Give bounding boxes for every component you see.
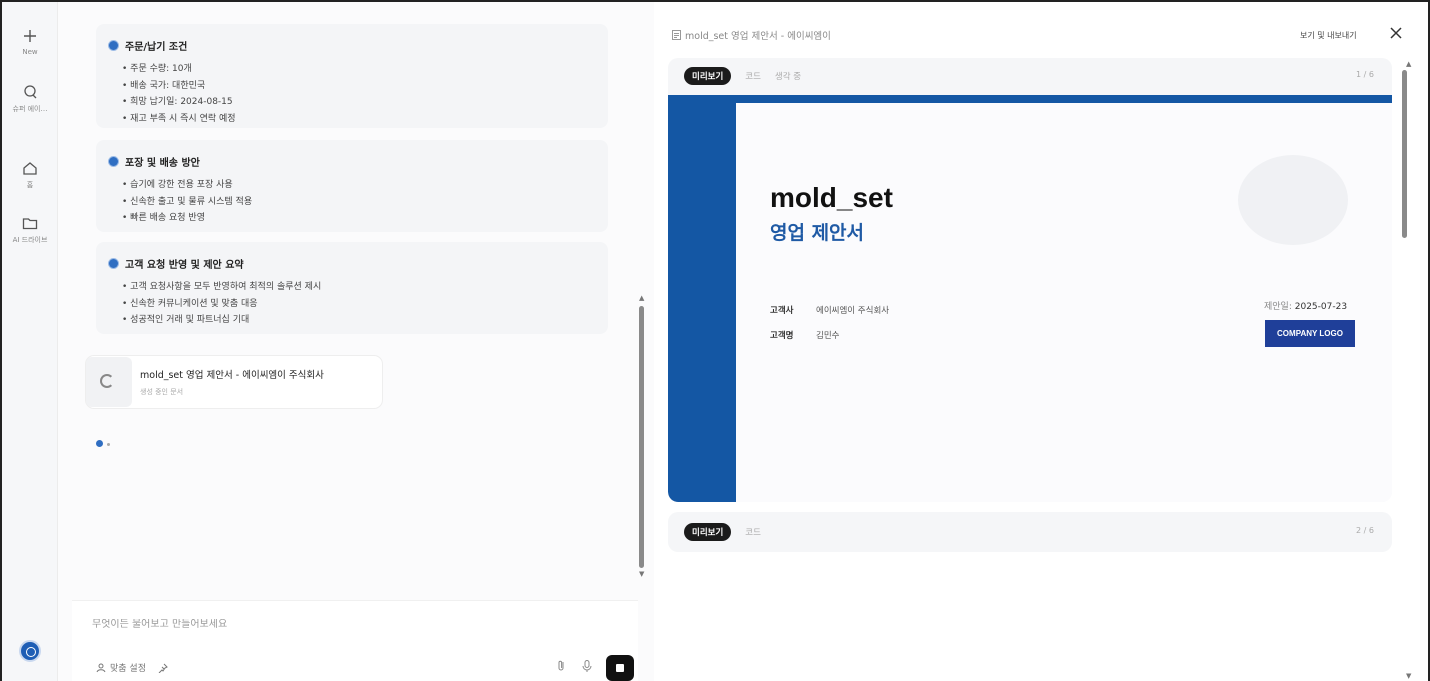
bullet-dot-icon — [108, 40, 119, 51]
home-button[interactable]: 홈 — [2, 160, 58, 190]
preview-scroll-up-icon[interactable]: ▲ — [1406, 60, 1411, 68]
document-icon — [672, 30, 681, 40]
decorative-blob — [1238, 155, 1348, 245]
personalize-button[interactable]: 맞춤 설정 — [96, 661, 168, 674]
scroll-up-arrow-icon[interactable]: ▲ — [639, 294, 644, 302]
left-rail: New 슈퍼 에이… 홈 AI 드라이브 — [2, 2, 58, 681]
slide-panel-2: 미리보기 코드 2 / 6 — [668, 512, 1392, 552]
personalize-label: 맞춤 설정 — [110, 664, 146, 674]
close-icon[interactable] — [1387, 24, 1405, 42]
tab-code[interactable]: 코드 — [745, 526, 761, 538]
list-item: 재고 부족 시 즉시 연락 예정 — [122, 111, 596, 128]
slide-accent-bar — [668, 95, 736, 502]
home-icon — [23, 162, 37, 175]
contact-label: 고객명 — [770, 331, 794, 341]
contact-value: 김민수 — [816, 331, 840, 341]
date-value: 2025-07-23 — [1294, 302, 1348, 312]
section-title: 고객 요청 반영 및 제안 요약 — [125, 260, 244, 271]
tab-code[interactable]: 코드 — [745, 70, 761, 82]
slide-tabs: 미리보기 코드 — [684, 523, 761, 541]
pin-icon — [158, 663, 168, 673]
microphone-icon[interactable] — [580, 659, 594, 673]
client-value: 에이씨엠이 주식회사 — [816, 306, 890, 316]
doc-thumbnail — [86, 357, 132, 407]
generated-doc-card[interactable]: mold_set 영업 제안서 - 에이씨엠이 주식회사 생성 중인 문서 — [86, 356, 382, 408]
chat-scrollbar[interactable] — [639, 306, 644, 568]
slide-panel-1: 미리보기 코드 생각 중 1 / 6 mold_set 영업 제안서 고객사 에… — [668, 58, 1392, 502]
new-label: New — [22, 48, 38, 56]
slide-page-indicator: 1 / 6 — [1356, 70, 1374, 79]
slide-subtitle: 영업 제안서 — [770, 222, 865, 244]
loading-spinner-icon — [100, 374, 114, 388]
preview-title: mold_set 영업 제안서 - 에이씨엠이 — [685, 31, 831, 42]
section-title-row: 주문/납기 조건 — [108, 38, 596, 53]
export-button[interactable]: 보기 및 내보내기 — [1300, 30, 1357, 41]
stop-button[interactable] — [606, 655, 634, 681]
bullet-dot-icon — [108, 156, 119, 167]
typing-indicator-icon — [96, 440, 103, 447]
prompt-input[interactable] — [92, 619, 612, 630]
preview-scrollbar[interactable] — [1402, 70, 1407, 238]
doc-status: 생성 중인 문서 — [140, 388, 184, 396]
doc-title: mold_set 영업 제안서 - 에이씨엠이 주식회사 — [140, 370, 324, 381]
preview-panel: mold_set 영업 제안서 - 에이씨엠이 보기 및 내보내기 미리보기 코… — [654, 2, 1428, 681]
slide-top-stripe — [668, 95, 1392, 103]
composer: 맞춤 설정 — [72, 600, 638, 681]
folder-icon — [22, 218, 38, 230]
list-item: 주문 수량: 10개 — [122, 61, 596, 78]
section-title-row: 포장 및 배송 방안 — [108, 154, 596, 169]
company-logo-placeholder: COMPANY LOGO — [1265, 320, 1355, 347]
doc-info: mold_set 영업 제안서 - 에이씨엠이 주식회사 생성 중인 문서 — [140, 367, 324, 397]
typing-indicator-dot — [107, 443, 110, 446]
scroll-down-arrow-icon[interactable]: ▼ — [639, 570, 644, 578]
section-list: 습기에 강한 전용 포장 사용 신속한 출고 및 물류 시스템 적용 빠른 배송… — [108, 177, 596, 227]
proposal-date: 제안일: 2025-07-23 — [1264, 299, 1347, 312]
list-item: 배송 국가: 대한민국 — [122, 78, 596, 95]
section-title: 포장 및 배송 방안 — [125, 158, 200, 169]
preview-scroll-down-icon[interactable]: ▼ — [1406, 672, 1411, 680]
date-label: 제안일: — [1264, 302, 1292, 312]
app-window: New 슈퍼 에이… 홈 AI 드라이브 주문/납기 조건 주문 수량: 10개 — [0, 0, 1430, 681]
drive-label: AI 드라이브 — [12, 236, 48, 244]
chat-bubble-icon — [24, 85, 37, 99]
list-item: 신속한 커뮤니케이션 및 맞춤 대응 — [122, 296, 596, 313]
list-item: 습기에 강한 전용 포장 사용 — [122, 177, 596, 194]
tab-preview[interactable]: 미리보기 — [684, 67, 732, 85]
chat-panel: 주문/납기 조건 주문 수량: 10개 배송 국가: 대한민국 희망 납기일: … — [58, 2, 654, 681]
new-chat-button[interactable]: New — [2, 28, 58, 56]
section-title-row: 고객 요청 반영 및 제안 요약 — [108, 256, 596, 271]
bullet-dot-icon — [108, 258, 119, 269]
list-item: 희망 납기일: 2024-08-15 — [122, 94, 596, 111]
history-button[interactable]: 슈퍼 에이… — [2, 84, 58, 114]
history-label: 슈퍼 에이… — [12, 105, 48, 113]
plus-icon — [24, 30, 36, 42]
preview-header: mold_set 영업 제안서 - 에이씨엠이 — [672, 28, 831, 42]
section-list: 주문 수량: 10개 배송 국가: 대한민국 희망 납기일: 2024-08-1… — [108, 61, 596, 127]
drive-button[interactable]: AI 드라이브 — [2, 215, 58, 245]
slide-canvas: mold_set 영업 제안서 고객사 에이씨엠이 주식회사 고객명 김민수 제… — [668, 95, 1392, 502]
attach-icon[interactable] — [554, 659, 568, 673]
home-label: 홈 — [26, 181, 34, 189]
slide-tabs: 미리보기 코드 생각 중 — [684, 67, 801, 85]
tab-thinking[interactable]: 생각 중 — [775, 70, 801, 82]
section-list: 고객 요청사항을 모두 반영하여 최적의 솔루션 제시 신속한 커뮤니케이션 및… — [108, 279, 596, 329]
section-card: 고객 요청 반영 및 제안 요약 고객 요청사항을 모두 반영하여 최적의 솔루… — [96, 242, 608, 334]
slide-page-indicator: 2 / 6 — [1356, 526, 1374, 535]
list-item: 고객 요청사항을 모두 반영하여 최적의 솔루션 제시 — [122, 279, 596, 296]
list-item: 성공적인 거래 및 파트너십 기대 — [122, 312, 596, 329]
client-label: 고객사 — [770, 306, 794, 316]
list-item: 빠른 배송 요청 반영 — [122, 210, 596, 227]
tab-preview[interactable]: 미리보기 — [684, 523, 732, 541]
section-card: 포장 및 배송 방안 습기에 강한 전용 포장 사용 신속한 출고 및 물류 시… — [96, 140, 608, 232]
chat-messages[interactable]: 주문/납기 조건 주문 수량: 10개 배송 국가: 대한민국 희망 납기일: … — [72, 2, 632, 592]
section-title: 주문/납기 조건 — [125, 42, 188, 53]
slide-title: mold_set — [770, 182, 893, 213]
section-card: 주문/납기 조건 주문 수량: 10개 배송 국가: 대한민국 희망 납기일: … — [96, 24, 608, 128]
person-icon — [96, 663, 106, 672]
list-item: 신속한 출고 및 물류 시스템 적용 — [122, 194, 596, 211]
user-avatar[interactable] — [19, 640, 41, 662]
